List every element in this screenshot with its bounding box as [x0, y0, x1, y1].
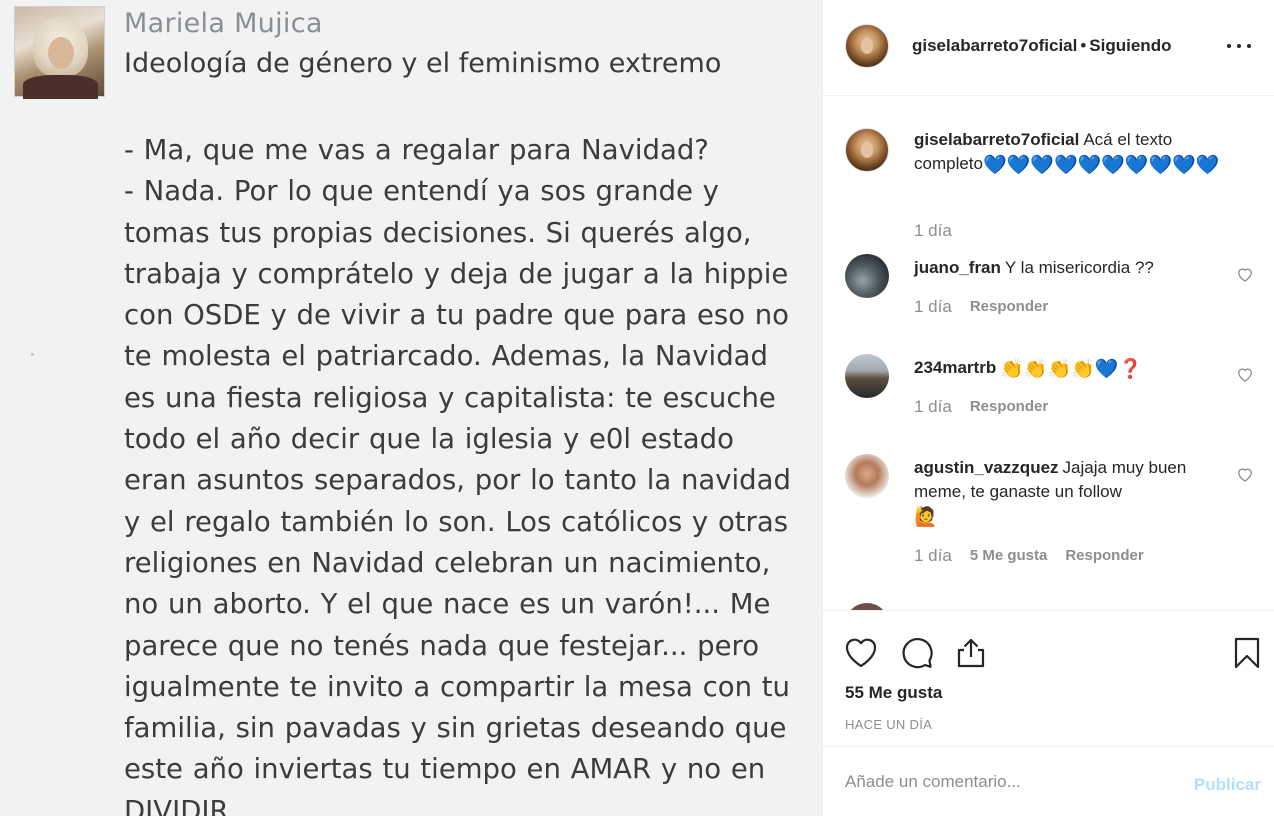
header-username-line: giselabarreto7oficial • Siguiendo — [912, 36, 1171, 56]
post-body-text: - Ma, que me vas a regalar para Navidad?… — [124, 134, 791, 816]
reply-button[interactable]: Responder — [970, 398, 1048, 415]
caption-time[interactable]: 1 día — [914, 221, 952, 240]
caption-emojis: 💙💙💙💙💙💙💙💙💙💙 — [982, 154, 1220, 176]
post-author-name: Mariela Mujica — [124, 8, 323, 39]
header-username[interactable]: giselabarreto7oficial — [912, 36, 1077, 55]
comment-username[interactable]: 234martrb — [914, 358, 996, 377]
reply-button[interactable]: Responder — [1065, 547, 1143, 564]
publish-button[interactable]: Publicar — [1194, 775, 1261, 795]
avatar[interactable] — [845, 354, 889, 398]
heart-icon[interactable] — [843, 635, 879, 671]
avatar[interactable] — [845, 254, 889, 298]
comment-input[interactable] — [845, 767, 1175, 797]
follow-status-button[interactable]: Siguiendo — [1089, 36, 1171, 55]
comment-username[interactable]: agustin_vazzquez — [914, 458, 1059, 477]
more-options-icon[interactable] — [1225, 34, 1253, 58]
avatar[interactable] — [845, 24, 889, 68]
comment-emojis: 👏👏👏👏💙❓ — [1000, 358, 1143, 380]
comment-time[interactable]: 1 día — [914, 546, 952, 565]
avatar[interactable] — [845, 603, 889, 610]
comment-heart-icon[interactable] — [1235, 364, 1255, 384]
comment-time[interactable]: 1 día — [914, 297, 952, 316]
comment-body: Y la misericordia ?? — [1004, 258, 1154, 277]
bookmark-icon[interactable] — [1229, 635, 1265, 671]
likes-count[interactable]: 55 Me gusta — [845, 683, 942, 703]
share-icon[interactable] — [953, 635, 989, 671]
decorative-dot — [31, 353, 34, 356]
post-image[interactable]: Mariela Mujica Ideología de género y el … — [0, 0, 822, 816]
post-actions: 55 Me gusta HACE UN DÍA — [823, 610, 1274, 746]
comment-emojis: 🙋 — [914, 506, 938, 528]
reply-button[interactable]: Responder — [970, 298, 1048, 315]
comment-meta: 1 día Responder — [914, 397, 1048, 417]
caption-meta: 1 día — [914, 221, 952, 241]
post-timestamp[interactable]: HACE UN DÍA — [845, 717, 932, 732]
comment-icon[interactable] — [899, 635, 935, 671]
caption-username[interactable]: giselabarreto7oficial — [914, 130, 1079, 149]
author-profile-photo — [14, 6, 105, 99]
comment-text: agustin_vazzquez Jajaja muy buen meme, te… — [914, 456, 1214, 528]
comment-meta: 1 día Responder — [914, 297, 1048, 317]
comment-text: juano_fran Y la misericordia ?? — [914, 256, 1230, 280]
comment-username[interactable]: juano_fran — [914, 258, 1001, 277]
comment-heart-icon[interactable] — [1235, 464, 1255, 484]
avatar[interactable] — [845, 128, 889, 172]
comment-time[interactable]: 1 día — [914, 397, 952, 416]
post-side-panel: giselabarreto7oficial • Siguiendo giselaba… — [822, 0, 1274, 816]
post-title: Ideología de género y el feminismo extre… — [124, 48, 722, 79]
comment-heart-icon[interactable] — [1235, 264, 1255, 284]
header-separator: • — [1080, 36, 1087, 55]
post-header: giselabarreto7oficial • Siguiendo — [823, 0, 1274, 96]
comment-text: 234martrb 👏👏👏👏💙❓ — [914, 356, 1230, 380]
avatar[interactable] — [845, 454, 889, 498]
comment-meta: 1 día 5 Me gusta Responder — [914, 546, 1144, 566]
caption-text: giselabarreto7oficial Acá el texto comple… — [914, 128, 1230, 176]
comment-likes[interactable]: 5 Me gusta — [970, 547, 1048, 564]
add-comment-bar: Publicar — [823, 746, 1274, 816]
comments-list[interactable]: giselabarreto7oficial Acá el texto comple… — [823, 97, 1274, 610]
